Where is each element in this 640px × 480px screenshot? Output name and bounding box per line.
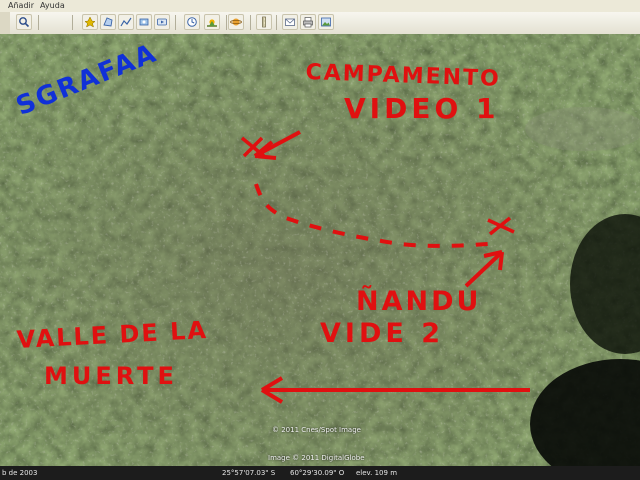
menu-item-anadir[interactable]: Añadir bbox=[8, 1, 34, 10]
annotation-video-1: VIDEO 1 bbox=[344, 92, 500, 125]
longitude-readout: 60°29'30.09" O bbox=[290, 469, 345, 477]
toolbar bbox=[0, 12, 640, 35]
menu-item-ayuda[interactable]: Ayuda bbox=[40, 1, 65, 10]
overlay-icon[interactable] bbox=[136, 14, 152, 30]
toolbar-separator bbox=[175, 15, 176, 30]
toolbar-handle bbox=[0, 12, 10, 34]
historical-imagery-icon[interactable] bbox=[184, 14, 200, 30]
satellite-imagery bbox=[0, 34, 640, 466]
imagery-credit-digitalglobe: Image © 2011 DigitalGlobe bbox=[268, 454, 365, 462]
planets-icon[interactable] bbox=[228, 14, 244, 30]
status-bar: b de 2003 25°57'07.03" S 60°29'30.09" O … bbox=[0, 466, 640, 480]
toolbar-separator bbox=[38, 15, 39, 30]
annotation-vide-2: VIDE 2 bbox=[320, 318, 444, 349]
placemark-icon[interactable] bbox=[82, 14, 98, 30]
sunlight-icon[interactable] bbox=[204, 14, 220, 30]
annotation-nandu: ÑANDU bbox=[356, 286, 482, 317]
satellite-map-view[interactable]: SGRAFAA CAMPAMENTO VIDEO 1 ÑANDU VIDE 2 … bbox=[0, 34, 640, 466]
elevation-readout: elev. 109 m bbox=[356, 469, 398, 477]
search-icon[interactable] bbox=[16, 14, 32, 30]
latitude-readout: 25°57'07.03" S bbox=[222, 469, 276, 477]
toolbar-separator bbox=[250, 15, 251, 30]
annotation-muerte: MUERTE bbox=[44, 362, 178, 390]
path-icon[interactable] bbox=[118, 14, 134, 30]
toolbar-separator bbox=[226, 15, 227, 30]
toolbar-separator bbox=[276, 15, 277, 30]
print-icon[interactable] bbox=[300, 14, 316, 30]
tour-icon[interactable] bbox=[154, 14, 170, 30]
imagery-credit-cnes: © 2011 Cnes/Spot Image bbox=[272, 426, 361, 434]
menu-bar: Añadir Ayuda bbox=[0, 0, 640, 12]
ruler-icon[interactable] bbox=[256, 14, 272, 30]
toolbar-separator bbox=[72, 15, 73, 30]
email-icon[interactable] bbox=[282, 14, 298, 30]
imagery-date: b de 2003 bbox=[2, 469, 38, 477]
polygon-icon[interactable] bbox=[100, 14, 116, 30]
save-image-icon[interactable] bbox=[318, 14, 334, 30]
